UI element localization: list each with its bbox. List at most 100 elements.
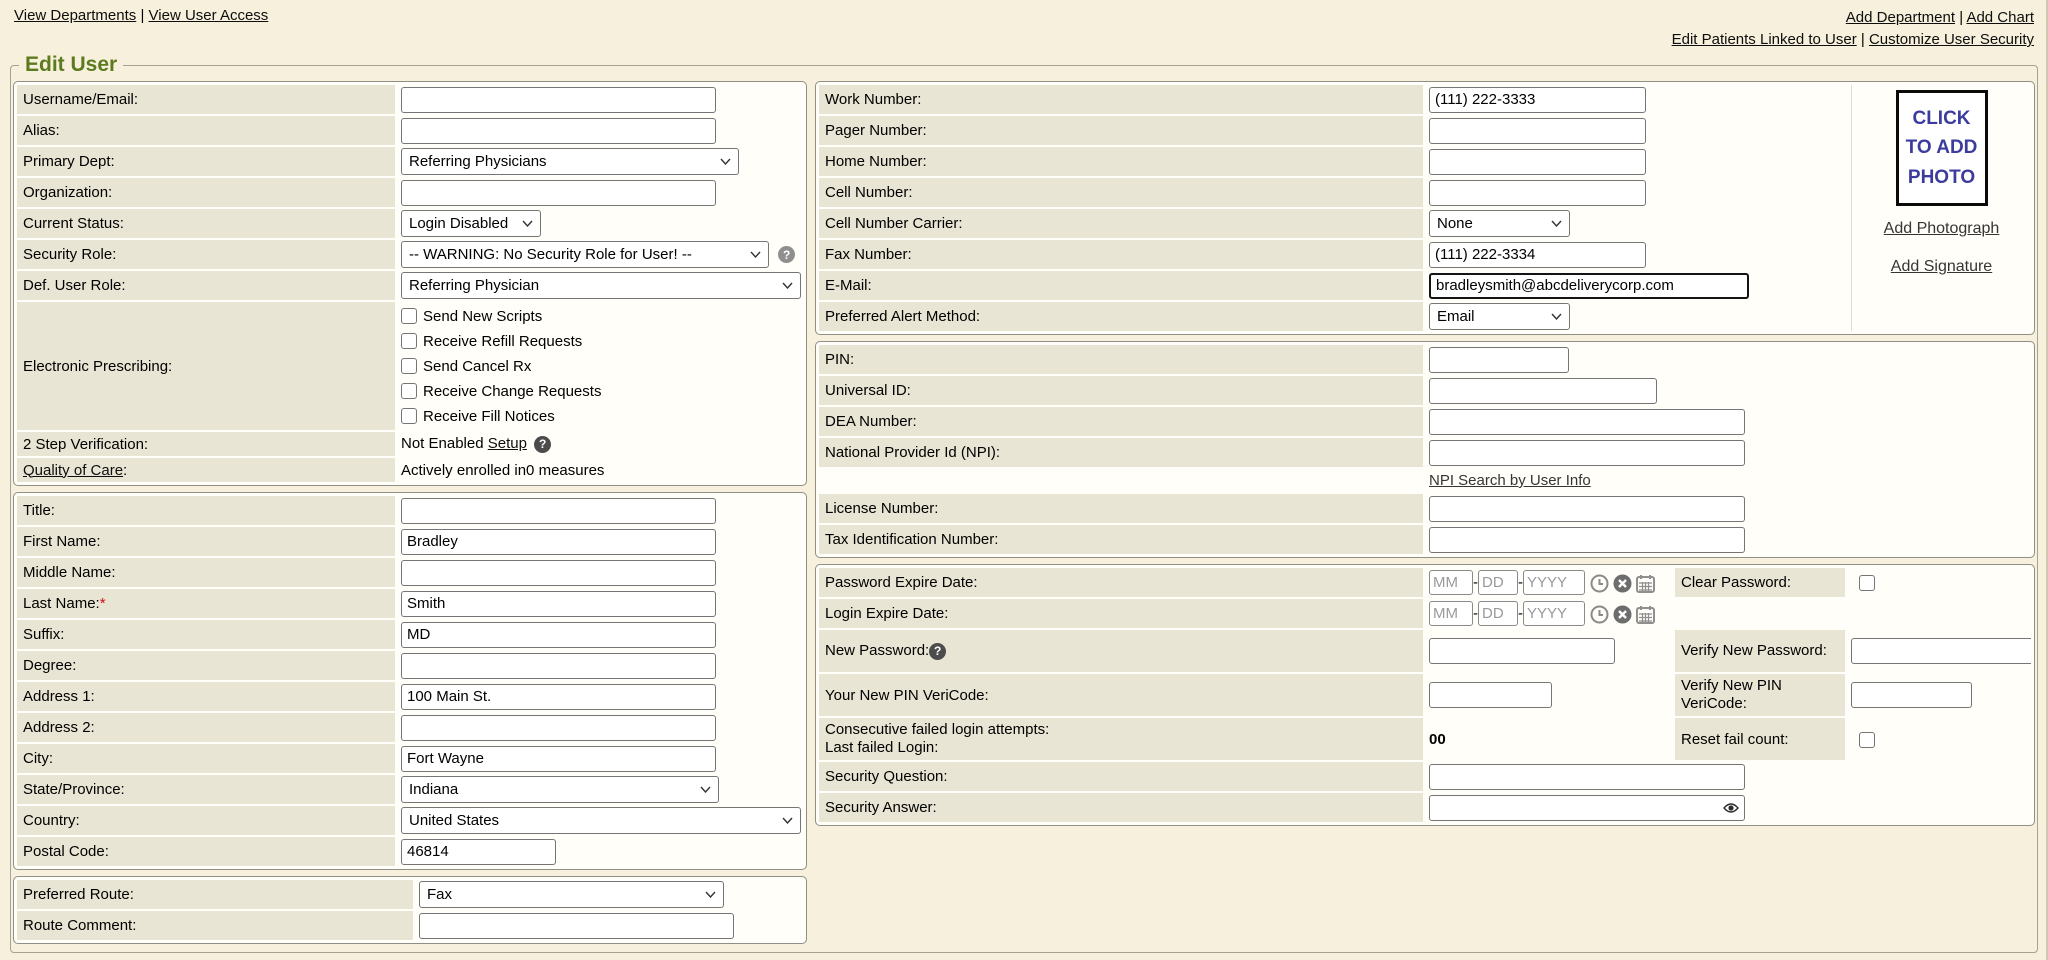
page-title: Edit User	[19, 53, 123, 77]
add-department-link[interactable]: Add Department	[1846, 9, 1955, 26]
chevron-down-icon	[522, 220, 533, 227]
eye-icon[interactable]	[1723, 802, 1739, 814]
city-label: City:	[17, 744, 395, 773]
current-status-select[interactable]: Login Disabled	[401, 210, 541, 237]
cell-number-field[interactable]	[1429, 180, 1646, 206]
npi-field[interactable]	[1429, 440, 1745, 466]
receive-change-requests-checkbox[interactable]	[401, 383, 417, 399]
top-bar: View Departments | View User Access Add …	[0, 0, 2046, 51]
alert-method-select[interactable]: Email	[1429, 303, 1570, 330]
address2-field[interactable]	[401, 715, 716, 741]
add-chart-link[interactable]: Add Chart	[1966, 9, 2034, 26]
send-cancel-rx-checkbox[interactable]	[401, 358, 417, 374]
preferred-route-select[interactable]: Fax	[419, 881, 724, 908]
route-comment-field[interactable]	[419, 913, 734, 939]
address1-field[interactable]	[401, 684, 716, 710]
universal-id-label: Universal ID:	[819, 376, 1423, 405]
username-label: Username/Email:	[17, 85, 395, 114]
security-answer-field[interactable]	[1429, 795, 1745, 821]
cell-number-label: Cell Number:	[819, 178, 1423, 207]
clock-icon[interactable]	[1590, 574, 1609, 593]
middle-name-field[interactable]	[401, 560, 716, 586]
security-role-select[interactable]: -- WARNING: No Security Role for User! -…	[401, 241, 769, 268]
photo-placeholder[interactable]: CLICKTO ADDPHOTO	[1896, 90, 1988, 206]
title-field[interactable]	[401, 498, 716, 524]
new-password-field[interactable]	[1429, 638, 1615, 664]
clear-password-checkbox[interactable]	[1859, 575, 1875, 591]
send-new-scripts-checkbox[interactable]	[401, 308, 417, 324]
login-expire-yyyy-input[interactable]	[1523, 601, 1585, 626]
license-number-field[interactable]	[1429, 496, 1745, 522]
receive-refill-requests-checkbox[interactable]	[401, 333, 417, 349]
state-select[interactable]: Indiana	[401, 776, 719, 803]
country-select[interactable]: United States	[401, 807, 801, 834]
last-name-field[interactable]	[401, 591, 716, 617]
edit-patients-linked-link[interactable]: Edit Patients Linked to User	[1672, 31, 1857, 48]
cell-carrier-label: Cell Number Carrier:	[819, 209, 1423, 238]
customize-user-security-link[interactable]: Customize User Security	[1869, 31, 2034, 48]
city-field[interactable]	[401, 746, 716, 772]
login-expire-mm-input[interactable]	[1429, 601, 1473, 626]
receive-fill-notices-label: Receive Fill Notices	[423, 408, 555, 425]
verify-new-password-field[interactable]	[1851, 638, 2031, 664]
universal-id-field[interactable]	[1429, 378, 1657, 404]
chevron-down-icon	[720, 158, 731, 165]
dea-number-field[interactable]	[1429, 409, 1745, 435]
add-signature-link[interactable]: Add Signature	[1856, 258, 2027, 276]
tax-id-field[interactable]	[1429, 527, 1745, 553]
two-step-setup-link[interactable]: Setup	[488, 435, 527, 452]
login-expire-dd-input[interactable]	[1478, 601, 1518, 626]
primary-dept-select[interactable]: Referring Physicians	[401, 148, 739, 175]
clear-date-icon[interactable]	[1613, 605, 1632, 624]
clear-password-label: Clear Password:	[1675, 568, 1845, 597]
cell-carrier-select[interactable]: None	[1429, 210, 1570, 237]
view-departments-link[interactable]: View Departments	[14, 7, 136, 24]
quality-of-care-label: Quality of Care:	[17, 458, 395, 482]
fax-number-field[interactable]	[1429, 242, 1646, 268]
two-step-help-icon[interactable]: ?	[534, 436, 551, 453]
receive-fill-notices-checkbox[interactable]	[401, 408, 417, 424]
reset-fail-label: Reset fail count:	[1675, 718, 1845, 760]
new-password-help-icon[interactable]: ?	[929, 643, 946, 660]
clock-icon[interactable]	[1590, 605, 1609, 624]
home-number-label: Home Number:	[819, 147, 1423, 176]
add-photograph-link[interactable]: Add Photograph	[1856, 220, 2027, 238]
receive-change-requests-label: Receive Change Requests	[423, 383, 601, 400]
electronic-prescribing-label: Electronic Prescribing:	[17, 302, 395, 430]
postal-code-field[interactable]	[401, 839, 556, 865]
email-field[interactable]	[1429, 273, 1749, 299]
calendar-icon[interactable]	[1636, 605, 1655, 624]
alias-field[interactable]	[401, 118, 716, 144]
reset-fail-checkbox[interactable]	[1859, 732, 1875, 748]
receive-refill-requests-label: Receive Refill Requests	[423, 333, 582, 350]
pin-field[interactable]	[1429, 347, 1569, 373]
email-label: E-Mail:	[819, 271, 1423, 300]
quality-of-care-link[interactable]: Quality of Care	[23, 462, 123, 479]
pin-vericode-field[interactable]	[1429, 682, 1552, 708]
def-user-role-select[interactable]: Referring Physician	[401, 272, 801, 299]
npi-search-link[interactable]: NPI Search by User Info	[1429, 472, 1591, 489]
password-expire-mm-input[interactable]	[1429, 570, 1473, 595]
chevron-down-icon	[700, 786, 711, 793]
clear-date-icon[interactable]	[1613, 574, 1632, 593]
verify-pin-vericode-field[interactable]	[1851, 682, 1972, 708]
security-section: Password Expire Date: -- Clear Password:…	[815, 564, 2035, 826]
password-expire-dd-input[interactable]	[1478, 570, 1518, 595]
suffix-field[interactable]	[401, 622, 716, 648]
verify-pin-vericode-label: Verify New PIN VeriCode:	[1675, 674, 1845, 716]
home-number-field[interactable]	[1429, 149, 1646, 175]
alias-label: Alias:	[17, 116, 395, 145]
username-field[interactable]	[401, 87, 716, 113]
security-question-field[interactable]	[1429, 764, 1745, 790]
work-number-field[interactable]	[1429, 87, 1646, 113]
pager-number-field[interactable]	[1429, 118, 1646, 144]
calendar-icon[interactable]	[1636, 574, 1655, 593]
security-role-help-icon[interactable]: ?	[778, 246, 795, 263]
separator: |	[1861, 31, 1865, 48]
password-expire-yyyy-input[interactable]	[1523, 570, 1585, 595]
last-name-label: Last Name:*	[17, 589, 395, 618]
view-user-access-link[interactable]: View User Access	[149, 7, 269, 24]
first-name-field[interactable]	[401, 529, 716, 555]
degree-field[interactable]	[401, 653, 716, 679]
organization-field[interactable]	[401, 180, 716, 206]
